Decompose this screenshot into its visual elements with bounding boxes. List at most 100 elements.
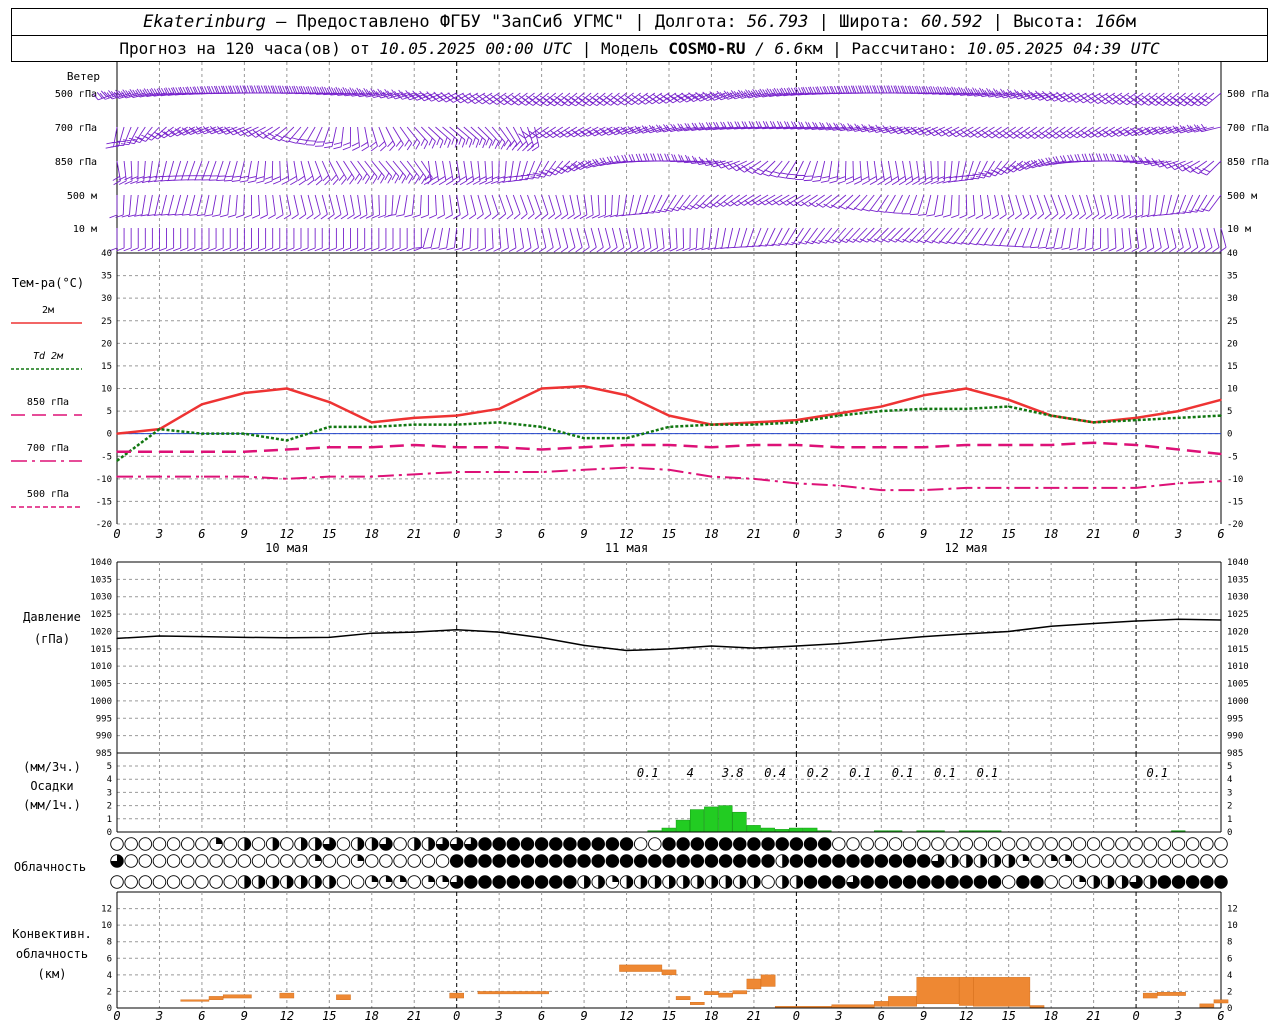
wind-barb-feather (926, 214, 935, 217)
wind-barb-feather (513, 179, 522, 182)
wind-barb-feather (445, 180, 454, 186)
wind-barb-feather (347, 214, 355, 220)
wind-barb (991, 126, 1009, 139)
cloud-cell (1129, 837, 1143, 851)
wind-barb-feather (507, 97, 516, 103)
wind-barb-feather (239, 85, 244, 94)
series-point (370, 426, 373, 428)
wind-barb-feather (211, 85, 216, 94)
wind-barb (1036, 194, 1045, 215)
wind-barb (505, 227, 509, 248)
temp-tick-right: 20 (1227, 339, 1238, 349)
cloud-cell-fill (875, 854, 888, 868)
series-point (413, 444, 416, 446)
wind-barb-feather (307, 179, 315, 186)
wind-barb-feather (1069, 96, 1077, 103)
wind-barb (340, 126, 344, 147)
wind-barb (255, 160, 259, 181)
wind-barb-feather (1201, 208, 1210, 212)
temp-tick-left: 5 (107, 407, 112, 417)
wind-barb-feather (696, 204, 704, 209)
wind-barb-feather (484, 213, 492, 220)
precip-bar (746, 825, 761, 833)
cloud-cell-fill (606, 854, 619, 868)
cloud-cell (1157, 837, 1172, 851)
cloud-cell-fill (371, 875, 379, 882)
wind-barb (1112, 92, 1130, 105)
wind-barb-feather (488, 140, 493, 149)
wind-barb (519, 227, 524, 248)
hour-label: 15 (1001, 527, 1015, 541)
series-point (540, 387, 543, 390)
conv-bar (661, 969, 677, 976)
wind-barb (619, 227, 625, 248)
series-point (116, 475, 118, 478)
cloud-cell-fill (761, 854, 775, 868)
wind-barb (909, 194, 918, 214)
wind-barb-feather (1169, 247, 1177, 253)
wind-barb-feather (975, 214, 984, 219)
wind-barb (1076, 227, 1080, 248)
cloud-cell (846, 837, 860, 851)
cloud-cell (152, 875, 167, 889)
cloud-cell (1072, 837, 1087, 851)
conv-bar (718, 992, 733, 998)
series-point (1007, 487, 1010, 489)
hour-label: 18 (365, 527, 379, 541)
cloud-cell-fill (739, 875, 747, 889)
wind-barb (1086, 194, 1093, 215)
hour-label: 0 (453, 1009, 460, 1023)
wind-barb (1174, 160, 1193, 171)
cloud-cell (633, 837, 648, 851)
series-point (710, 446, 713, 449)
wind-barb (122, 194, 125, 216)
series-point (498, 446, 500, 449)
wind-barb-feather (257, 247, 266, 252)
wind-barb-feather (1123, 247, 1132, 252)
wind-barb (168, 194, 175, 215)
cloud-cell (1157, 854, 1172, 868)
series-point (116, 459, 118, 462)
temp-tick-right: 35 (1227, 272, 1238, 282)
series-point (1092, 487, 1095, 489)
wind-barb (187, 160, 196, 181)
cloud-cell (251, 854, 266, 868)
wind-barb-feather (372, 176, 378, 184)
wind-barb (576, 194, 582, 215)
wind-barb-feather (764, 169, 773, 174)
wind-barb (728, 160, 748, 170)
wind-barb-feather (268, 214, 276, 220)
wind-barb-feather (458, 136, 462, 145)
wind-barb-feather (461, 139, 466, 148)
wind-barb (633, 227, 638, 248)
wind-barb (263, 160, 267, 181)
wind-barb (489, 92, 507, 105)
wind-barb-feather (890, 85, 895, 94)
cloud-cell (379, 854, 393, 868)
wind-barb-feather (1137, 97, 1146, 103)
temp-tick-right: -20 (1227, 520, 1243, 530)
wind-barb-feather (412, 214, 421, 218)
wind-barb (1172, 194, 1179, 215)
hour-label: 21 (1086, 1009, 1100, 1023)
cloud-cell-fill (889, 875, 902, 889)
wind-barb (786, 194, 804, 206)
cloud-cell-fill (521, 837, 534, 851)
cloud-cell-fill (357, 837, 364, 851)
wind-level-label-right: 700 гПа (1227, 123, 1269, 134)
cloud-cell-fill (535, 875, 548, 889)
temp-tick-left: -20 (96, 520, 112, 530)
conv-bar (1157, 992, 1186, 996)
wind-barb-feather (1084, 153, 1089, 162)
cloud-cell-fill (620, 854, 633, 868)
cloud-cell (1058, 875, 1073, 889)
wind-barb-feather (204, 214, 213, 217)
wind-barb-feather (891, 180, 900, 186)
hour-label: 6 (1217, 527, 1224, 541)
wind-barb-feather (1014, 213, 1022, 220)
series-point (880, 405, 883, 408)
wind-barb (1149, 227, 1155, 248)
wind-barb (1121, 194, 1125, 215)
cloud-cell-fill (1121, 875, 1129, 889)
series-point (1050, 444, 1052, 446)
